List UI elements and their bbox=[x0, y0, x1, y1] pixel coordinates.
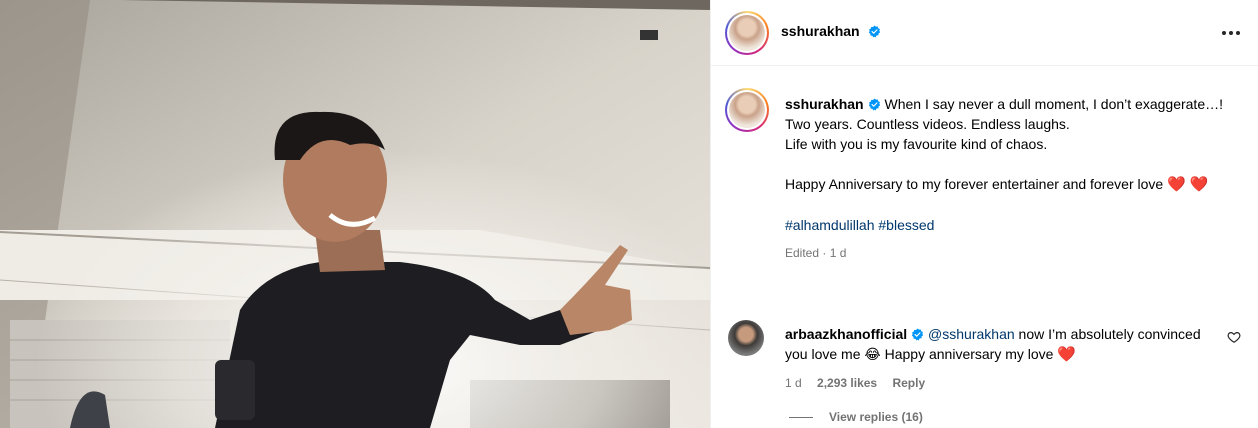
commenter-avatar[interactable] bbox=[728, 320, 764, 356]
heart-icon: ❤️ bbox=[1189, 176, 1209, 193]
more-options-button[interactable] bbox=[1219, 22, 1243, 44]
post-panel: sshurakhan sshurakhan When I say never a… bbox=[710, 0, 1258, 428]
heart-icon: ❤️ bbox=[1167, 176, 1186, 193]
comment-time[interactable]: 1 d bbox=[785, 376, 802, 390]
laughing-emoji-icon: 😂 bbox=[864, 346, 881, 362]
comment-meta: 1 d 2,293 likes Reply bbox=[785, 373, 1225, 393]
caption-meta: Edited · 1 d bbox=[785, 246, 847, 260]
comment-mention[interactable]: @sshurakhan bbox=[928, 326, 1015, 342]
comment-likes[interactable]: 2,293 likes bbox=[817, 376, 877, 390]
caption-hashtags[interactable]: #alhamdulillah #blessed bbox=[785, 215, 1235, 235]
post-media[interactable] bbox=[0, 0, 710, 428]
author-username[interactable]: sshurakhan bbox=[781, 23, 860, 39]
caption-author-username[interactable]: sshurakhan bbox=[785, 96, 864, 112]
caption-text: sshurakhan When I say never a dull momen… bbox=[785, 94, 1235, 263]
verified-icon bbox=[868, 25, 881, 38]
post-header: sshurakhan bbox=[711, 0, 1258, 66]
more-horizontal-icon bbox=[1222, 31, 1226, 35]
reply-button[interactable]: Reply bbox=[892, 376, 925, 390]
comment-text-part: Happy anniversary my love bbox=[880, 346, 1058, 362]
heart-icon: ❤️ bbox=[1057, 346, 1077, 363]
comment-text: arbaazkhanofficial @sshurakhan now I’m a… bbox=[785, 324, 1225, 393]
commenter-username[interactable]: arbaazkhanofficial bbox=[785, 326, 907, 342]
verified-icon bbox=[868, 98, 880, 111]
view-replies-button[interactable]: View replies (16) bbox=[789, 410, 923, 424]
caption-anniversary: Happy Anniversary to my forever entertai… bbox=[785, 176, 1164, 192]
like-heart-icon[interactable] bbox=[1227, 330, 1241, 344]
post-photo bbox=[0, 0, 710, 428]
caption-line: When I say never a dull moment, I don’t … bbox=[884, 96, 1223, 112]
verified-icon bbox=[912, 328, 924, 341]
author-avatar[interactable] bbox=[725, 11, 769, 55]
view-replies-label: View replies (16) bbox=[829, 410, 923, 424]
caption-line: Life with you is my favourite kind of ch… bbox=[785, 136, 1048, 152]
caption-line: Two years. Countless videos. Endless lau… bbox=[785, 116, 1070, 132]
caption-author-avatar[interactable] bbox=[725, 88, 769, 132]
author-username-row[interactable]: sshurakhan bbox=[781, 23, 881, 41]
replies-divider bbox=[789, 416, 813, 418]
